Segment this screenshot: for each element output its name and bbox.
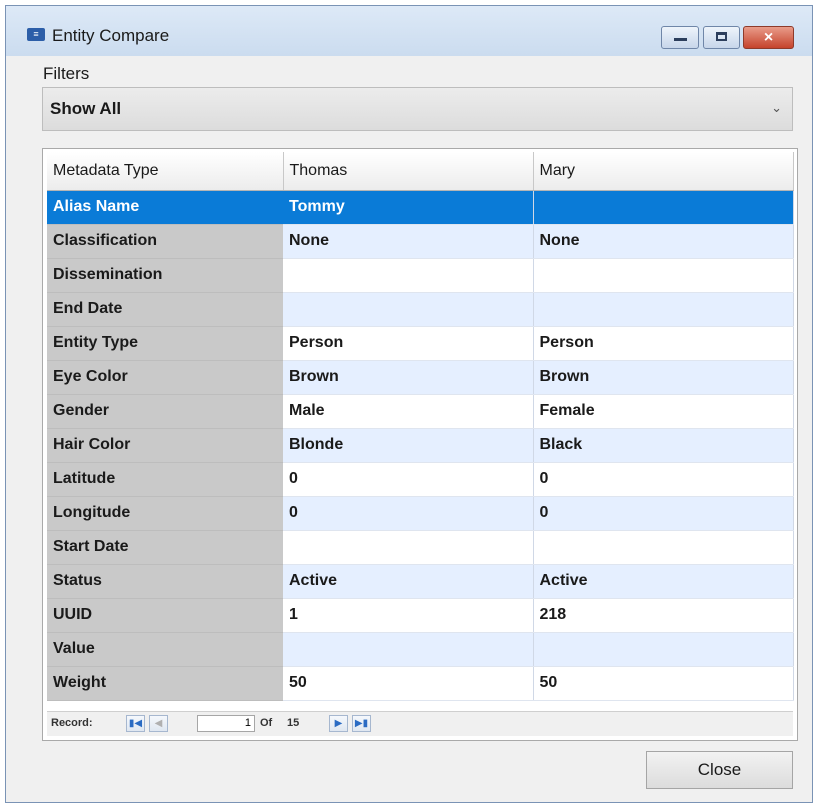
compare-table: Metadata Type Thomas Mary Alias Name Tomm…	[47, 152, 794, 701]
close-button[interactable]: Close	[646, 751, 793, 789]
table-row[interactable]: UUID 1 218	[47, 598, 794, 633]
minimize-button[interactable]	[661, 26, 699, 49]
close-window-button[interactable]: ×	[743, 26, 794, 49]
mary-value-cell[interactable]: Black	[533, 428, 794, 463]
table-row[interactable]: Value	[47, 632, 794, 667]
table-row[interactable]: Gender Male Female	[47, 394, 794, 429]
of-label: Of	[260, 717, 273, 729]
entity-compare-icon: ≡	[27, 28, 45, 41]
mary-value-cell[interactable]	[533, 190, 794, 225]
table-row[interactable]: Status Active Active	[47, 564, 794, 599]
table-row[interactable]: Weight 50 50	[47, 666, 794, 701]
thomas-value-cell[interactable]	[283, 530, 534, 565]
thomas-value-cell[interactable]: Tommy	[283, 190, 534, 225]
mary-value-cell[interactable]: 0	[533, 496, 794, 531]
thomas-value-cell[interactable]: Male	[283, 394, 534, 429]
row-header-cell[interactable]: End Date	[47, 292, 283, 327]
table-row[interactable]: End Date	[47, 292, 794, 327]
table-row[interactable]: Longitude 0 0	[47, 496, 794, 531]
compare-grid: Metadata Type Thomas Mary Alias Name Tomm…	[42, 148, 798, 741]
row-header-cell[interactable]: Eye Color	[47, 360, 283, 395]
table-row[interactable]: Alias Name Tommy	[47, 190, 794, 225]
row-header-cell[interactable]: Weight	[47, 666, 283, 701]
last-record-button[interactable]: ▶▮	[352, 715, 371, 732]
window-title: Entity Compare	[52, 26, 170, 45]
maximize-icon	[716, 32, 727, 41]
filter-dropdown[interactable]: Show All ⌄	[42, 87, 793, 131]
thomas-value-cell[interactable]: 1	[283, 598, 534, 633]
thomas-value-cell[interactable]: 50	[283, 666, 534, 701]
table-row[interactable]: Entity Type Person Person	[47, 326, 794, 361]
column-header-metadata-type[interactable]: Metadata Type	[47, 152, 284, 191]
thomas-value-cell[interactable]	[283, 292, 534, 327]
row-header-cell[interactable]: Entity Type	[47, 326, 283, 361]
table-row[interactable]: Latitude 0 0	[47, 462, 794, 497]
table-row[interactable]: Dissemination	[47, 258, 794, 293]
row-header-cell[interactable]: Start Date	[47, 530, 283, 565]
mary-value-cell[interactable]: Female	[533, 394, 794, 429]
title-bar[interactable]: ≡ Entity Compare ×	[6, 6, 812, 56]
thomas-value-cell[interactable]: 0	[283, 496, 534, 531]
thomas-value-cell[interactable]	[283, 632, 534, 667]
table-row[interactable]: Hair Color Blonde Black	[47, 428, 794, 463]
row-header-cell[interactable]: Alias Name	[47, 190, 283, 225]
table-row[interactable]: Classification None None	[47, 224, 794, 259]
first-record-button[interactable]: ▮◀	[126, 715, 145, 732]
mary-value-cell[interactable]: Active	[533, 564, 794, 599]
filters-label: Filters	[43, 64, 90, 83]
mary-value-cell[interactable]: 50	[533, 666, 794, 701]
row-header-cell[interactable]: Value	[47, 632, 283, 667]
thomas-value-cell[interactable]: Brown	[283, 360, 534, 395]
thomas-value-cell[interactable]: 0	[283, 462, 534, 497]
mary-value-cell[interactable]: None	[533, 224, 794, 259]
table-row[interactable]: Start Date	[47, 530, 794, 565]
mary-value-cell[interactable]: Brown	[533, 360, 794, 395]
row-header-cell[interactable]: Dissemination	[47, 258, 283, 293]
column-header-thomas[interactable]: Thomas	[283, 152, 534, 191]
next-record-button[interactable]: ▶	[329, 715, 348, 732]
grid-header-row: Metadata Type Thomas Mary	[47, 152, 794, 191]
minimize-icon	[674, 38, 687, 41]
mary-value-cell[interactable]	[533, 292, 794, 327]
thomas-value-cell[interactable]: Active	[283, 564, 534, 599]
chevron-down-icon: ⌄	[771, 100, 782, 115]
row-header-cell[interactable]: Longitude	[47, 496, 283, 531]
row-header-cell[interactable]: Status	[47, 564, 283, 599]
mary-value-cell[interactable]: Person	[533, 326, 794, 361]
row-header-cell[interactable]: Classification	[47, 224, 283, 259]
thomas-value-cell[interactable]: Blonde	[283, 428, 534, 463]
record-navigator: Record: ▮◀ ◀ 1 Of 15 ▶ ▶▮	[47, 711, 793, 736]
thomas-value-cell[interactable]: Person	[283, 326, 534, 361]
row-header-cell[interactable]: UUID	[47, 598, 283, 633]
row-header-cell[interactable]: Gender	[47, 394, 283, 429]
mary-value-cell[interactable]	[533, 632, 794, 667]
current-record-input[interactable]: 1	[197, 715, 255, 732]
mary-value-cell[interactable]: 0	[533, 462, 794, 497]
close-icon: ×	[763, 29, 774, 46]
row-header-cell[interactable]: Latitude	[47, 462, 283, 497]
row-header-cell[interactable]: Hair Color	[47, 428, 283, 463]
maximize-button[interactable]	[703, 26, 740, 49]
total-records: 15	[287, 717, 300, 729]
thomas-value-cell[interactable]: None	[283, 224, 534, 259]
table-row[interactable]: Eye Color Brown Brown	[47, 360, 794, 395]
previous-record-button[interactable]: ◀	[149, 715, 168, 732]
record-label: Record:	[51, 717, 93, 729]
filter-selected-value: Show All	[50, 99, 122, 118]
mary-value-cell[interactable]	[533, 530, 794, 565]
mary-value-cell[interactable]	[533, 258, 794, 293]
column-header-mary[interactable]: Mary	[533, 152, 794, 191]
thomas-value-cell[interactable]	[283, 258, 534, 293]
mary-value-cell[interactable]: 218	[533, 598, 794, 633]
